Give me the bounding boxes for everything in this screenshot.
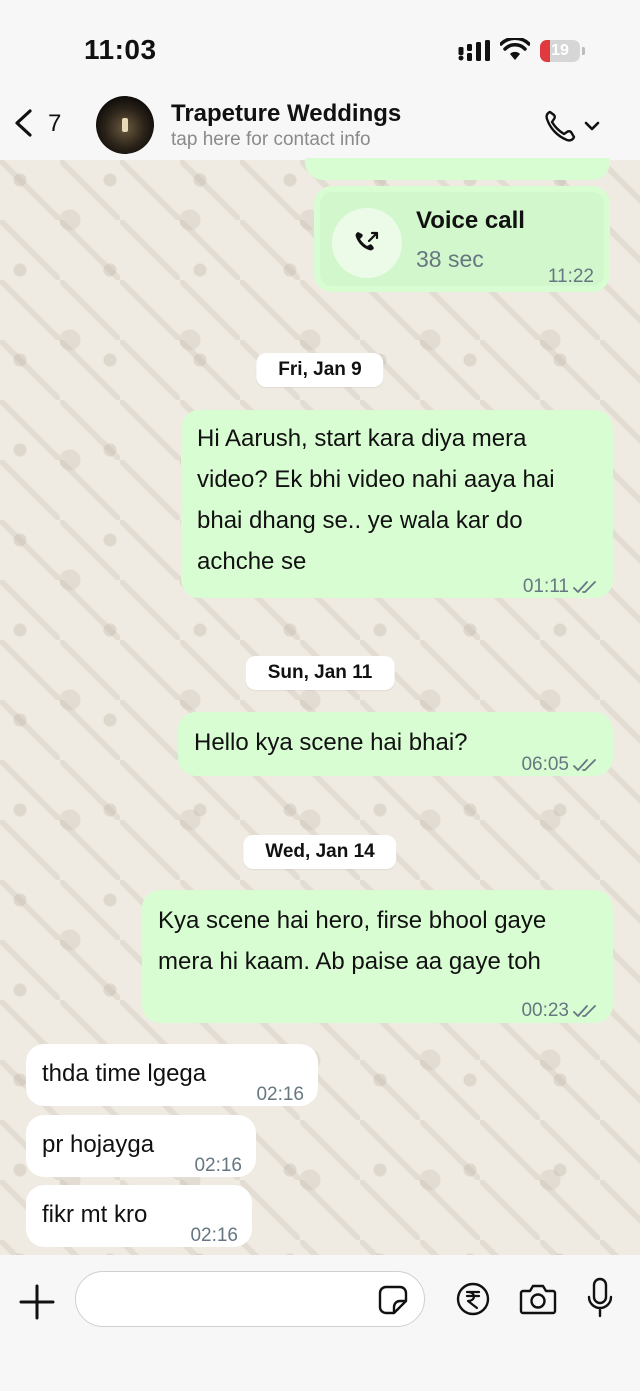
previous-message-bubble [305,158,610,180]
battery-indicator: 19 [540,40,585,62]
plus-icon[interactable] [18,1283,56,1321]
incoming-message-bubble[interactable]: thda time lgega 02:16 [26,1044,318,1106]
status-time: 11:03 [84,34,157,65]
wifi-icon [500,38,530,60]
chat-header: 7 Trapeture Weddings tap here for contac… [0,90,640,160]
message-text-line: bhai dhang se.. ye wala kar do [197,507,523,534]
voice-call-icon-circle [332,208,402,278]
voice-call-title: Voice call [416,207,525,234]
message-meta: 06:05 [521,744,599,785]
outgoing-message-bubble[interactable]: Kya scene hai hero, firse bhool gaye mer… [142,890,613,1023]
contact-avatar[interactable] [96,96,154,154]
mic-icon[interactable] [586,1277,614,1319]
read-ticks-icon [573,759,596,771]
message-text-line: video? Ek bhi video nahi aaya hai [197,466,555,493]
incoming-message-bubble[interactable]: pr hojayga 02:16 [26,1115,256,1177]
message-text-line: Kya scene hai hero, firse bhool gaye [158,907,547,934]
battery-nub [582,47,585,55]
message-time: 02:16 [190,1225,238,1246]
camera-icon[interactable] [519,1282,557,1316]
message-time: 00:23 [521,1000,569,1021]
contact-subtitle[interactable]: tap here for contact info [171,129,371,151]
unread-count[interactable]: 7 [48,110,61,138]
message-meta: 00:23 [521,990,599,1031]
read-ticks-icon [573,581,596,593]
voice-call-duration: 38 sec [416,246,484,272]
message-time: 01:11 [522,576,569,597]
message-time: 02:16 [194,1155,242,1176]
sticker-icon[interactable] [378,1285,408,1315]
outgoing-message-bubble[interactable]: Hello kya scene hai bhai? 06:05 [178,712,613,776]
date-separator: Fri, Jan 9 [256,353,384,387]
back-chevron-icon[interactable] [12,108,36,138]
outgoing-message-bubble[interactable]: Hi Aarush, start kara diya mera video? E… [181,410,613,598]
message-time: 11:22 [547,266,594,287]
message-time: 02:16 [256,1084,304,1105]
message-time: 06:05 [521,754,569,775]
rupee-icon[interactable] [456,1282,490,1316]
status-bar: 11:03 19 [0,0,640,90]
message-text-line: Hi Aarush, start kara diya mera [197,425,527,452]
voice-call-outgoing-icon [355,231,379,251]
phone-icon[interactable] [544,108,604,144]
message-meta: 01:11 [523,566,599,607]
incoming-message-bubble[interactable]: fikr mt kro 02:16 [26,1185,252,1247]
message-text-line: mera hi kaam. Ab paise aa gaye toh [158,948,541,975]
battery-level: 19 [551,42,569,59]
cellular-signal-icon [458,40,490,61]
read-ticks-icon [573,1005,596,1017]
date-separator: Sun, Jan 11 [245,656,395,690]
contact-name[interactable]: Trapeture Weddings [171,100,401,128]
chevron-down-icon [584,121,600,131]
message-input[interactable] [75,1271,425,1327]
voice-call-bubble[interactable]: Voice call 38 sec 11:22 [314,186,610,292]
date-separator: Wed, Jan 14 [243,835,397,869]
message-input-bar [0,1255,640,1391]
